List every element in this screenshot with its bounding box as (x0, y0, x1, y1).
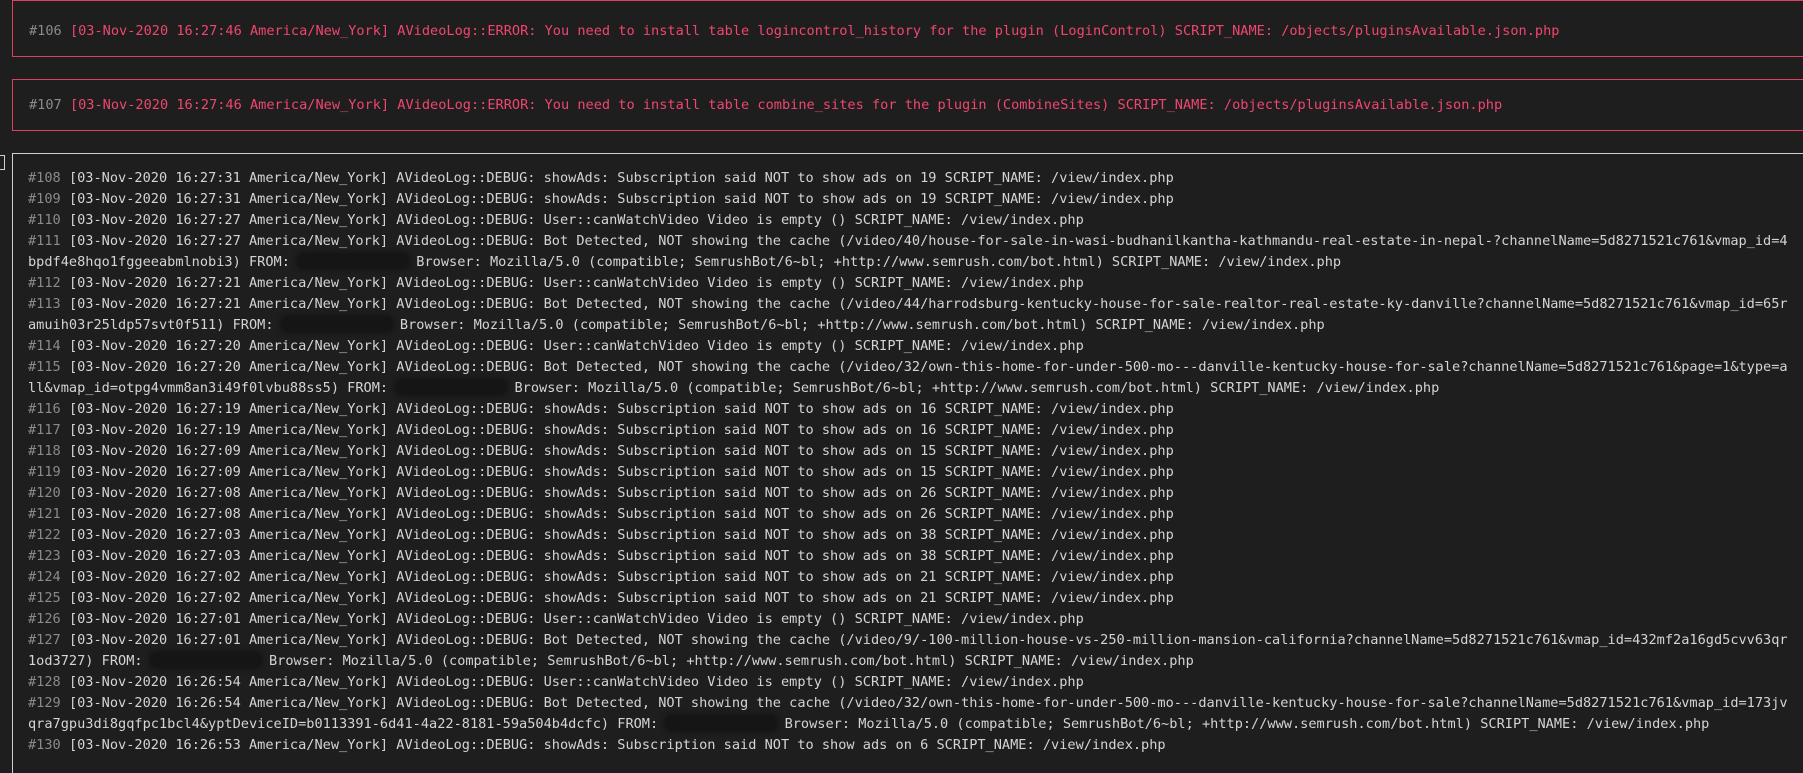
line-number: #127 (28, 632, 61, 648)
line-number: #112 (28, 275, 61, 291)
line-number: #113 (28, 296, 61, 312)
log-text: [03-Nov-2020 16:27:03 America/New_York] … (68, 527, 1174, 543)
line-number: #110 (28, 212, 61, 228)
log-text: [03-Nov-2020 16:27:19 America/New_York] … (68, 401, 1174, 417)
collapse-marker[interactable] (0, 155, 5, 170)
log-line: #117 [03-Nov-2020 16:27:19 America/New_Y… (28, 420, 1793, 441)
log-text: [03-Nov-2020 16:27:01 America/New_York] … (68, 611, 1084, 627)
line-number: #107 (29, 97, 62, 113)
log-line: #127 [03-Nov-2020 16:27:01 America/New_Y… (28, 630, 1793, 672)
error-line: #106 [03-Nov-2020 16:27:46 America/New_Y… (29, 21, 1559, 42)
line-number: #115 (28, 359, 61, 375)
line-number: #126 (28, 611, 61, 627)
log-text-continued: Browser: Mozilla/5.0 (compatible; Semrus… (784, 716, 1710, 732)
line-number: #108 (28, 170, 61, 186)
log-text: [03-Nov-2020 16:27:08 America/New_York] … (68, 485, 1174, 501)
log-text: [03-Nov-2020 16:27:31 America/New_York] … (68, 191, 1174, 207)
log-text: [03-Nov-2020 16:27:19 America/New_York] … (68, 422, 1174, 438)
error-line: #107 [03-Nov-2020 16:27:46 America/New_Y… (29, 95, 1502, 116)
log-line: #111 [03-Nov-2020 16:27:27 America/New_Y… (28, 231, 1793, 273)
log-text-continued: Browser: Mozilla/5.0 (compatible; Semrus… (514, 380, 1440, 396)
redacted-ip (298, 254, 409, 268)
log-text: [03-Nov-2020 16:26:54 America/New_York] … (68, 674, 1084, 690)
log-text-continued: Browser: Mozilla/5.0 (compatible; Semrus… (268, 653, 1194, 669)
error-text: [03-Nov-2020 16:27:46 America/New_York] … (69, 97, 1503, 113)
log-line: #116 [03-Nov-2020 16:27:19 America/New_Y… (28, 399, 1793, 420)
log-text: [03-Nov-2020 16:27:03 America/New_York] … (68, 548, 1174, 564)
log-line: #120 [03-Nov-2020 16:27:08 America/New_Y… (28, 483, 1793, 504)
line-number: #124 (28, 569, 61, 585)
log-line: #122 [03-Nov-2020 16:27:03 America/New_Y… (28, 525, 1793, 546)
line-number: #128 (28, 674, 61, 690)
log-line: #121 [03-Nov-2020 16:27:08 America/New_Y… (28, 504, 1793, 525)
line-number: #123 (28, 548, 61, 564)
redacted-ip (150, 653, 261, 667)
log-text: [03-Nov-2020 16:27:09 America/New_York] … (68, 464, 1174, 480)
log-line: #125 [03-Nov-2020 16:27:02 America/New_Y… (28, 588, 1793, 609)
line-number: #121 (28, 506, 61, 522)
line-number: #125 (28, 590, 61, 606)
log-text: [03-Nov-2020 16:27:08 America/New_York] … (68, 506, 1174, 522)
log-line: #129 [03-Nov-2020 16:26:54 America/New_Y… (28, 693, 1793, 735)
debug-log-list: #108 [03-Nov-2020 16:27:31 America/New_Y… (28, 168, 1793, 756)
log-text: [03-Nov-2020 16:27:09 America/New_York] … (68, 443, 1174, 459)
log-line: #130 [03-Nov-2020 16:26:53 America/New_Y… (28, 735, 1793, 756)
line-number: #120 (28, 485, 61, 501)
redacted-ip (281, 317, 392, 331)
log-line: #119 [03-Nov-2020 16:27:09 America/New_Y… (28, 462, 1793, 483)
log-line: #114 [03-Nov-2020 16:27:20 America/New_Y… (28, 336, 1793, 357)
log-text: [03-Nov-2020 16:27:31 America/New_York] … (68, 170, 1174, 186)
line-number: #116 (28, 401, 61, 417)
log-text: [03-Nov-2020 16:27:02 America/New_York] … (68, 569, 1174, 585)
error-log-entry: #106 [03-Nov-2020 16:27:46 America/New_Y… (12, 0, 1803, 57)
log-text-continued: Browser: Mozilla/5.0 (compatible; Semrus… (416, 254, 1342, 270)
log-line: #123 [03-Nov-2020 16:27:03 America/New_Y… (28, 546, 1793, 567)
error-log-entry: #107 [03-Nov-2020 16:27:46 America/New_Y… (12, 79, 1803, 131)
line-number: #129 (28, 695, 61, 711)
log-line: #110 [03-Nov-2020 16:27:27 America/New_Y… (28, 210, 1793, 231)
line-number: #117 (28, 422, 61, 438)
redacted-ip (396, 380, 507, 394)
error-text: [03-Nov-2020 16:27:46 America/New_York] … (69, 23, 1560, 39)
log-line: #112 [03-Nov-2020 16:27:21 America/New_Y… (28, 273, 1793, 294)
log-line: #109 [03-Nov-2020 16:27:31 America/New_Y… (28, 189, 1793, 210)
log-text: [03-Nov-2020 16:27:02 America/New_York] … (68, 590, 1174, 606)
line-number: #111 (28, 233, 61, 249)
line-number: #118 (28, 443, 61, 459)
log-text: [03-Nov-2020 16:27:21 America/New_York] … (68, 275, 1084, 291)
log-line: #115 [03-Nov-2020 16:27:20 America/New_Y… (28, 357, 1793, 399)
log-line: #113 [03-Nov-2020 16:27:21 America/New_Y… (28, 294, 1793, 336)
redacted-ip (666, 716, 777, 730)
line-number: #114 (28, 338, 61, 354)
line-number: #106 (29, 23, 62, 39)
log-text: [03-Nov-2020 16:27:20 America/New_York] … (68, 338, 1084, 354)
log-line: #108 [03-Nov-2020 16:27:31 America/New_Y… (28, 168, 1793, 189)
line-number: #122 (28, 527, 61, 543)
log-line: #126 [03-Nov-2020 16:27:01 America/New_Y… (28, 609, 1793, 630)
log-text-continued: Browser: Mozilla/5.0 (compatible; Semrus… (399, 317, 1325, 333)
line-number: #119 (28, 464, 61, 480)
log-text: [03-Nov-2020 16:27:27 America/New_York] … (68, 212, 1084, 228)
log-line: #124 [03-Nov-2020 16:27:02 America/New_Y… (28, 567, 1793, 588)
log-line: #118 [03-Nov-2020 16:27:09 America/New_Y… (28, 441, 1793, 462)
log-line: #128 [03-Nov-2020 16:26:54 America/New_Y… (28, 672, 1793, 693)
line-number: #109 (28, 191, 61, 207)
